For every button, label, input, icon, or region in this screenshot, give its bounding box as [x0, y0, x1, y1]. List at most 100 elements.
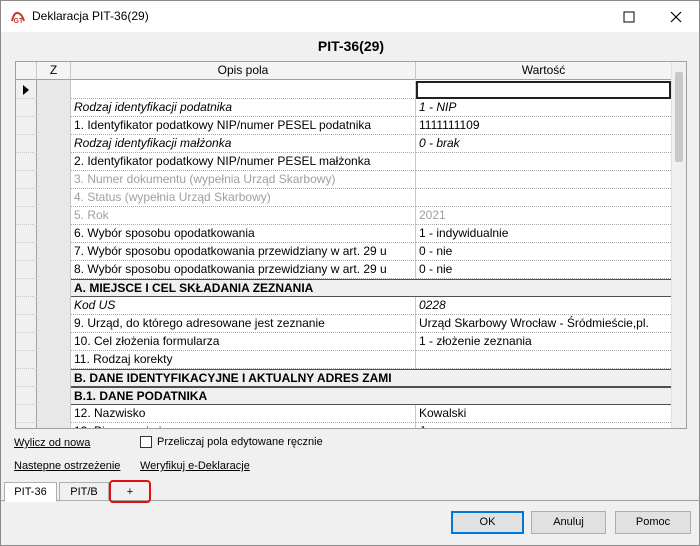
table-row[interactable]: 11. Rodzaj korekty: [16, 351, 671, 369]
row-indicator[interactable]: [16, 117, 37, 135]
field-description: 12. Nazwisko: [71, 405, 416, 423]
table-row[interactable]: 3. Numer dokumentu (wypełnia Urząd Skarb…: [16, 171, 671, 189]
maximize-button[interactable]: [606, 1, 652, 32]
grid-header-value[interactable]: Wartość: [416, 62, 671, 80]
field-value[interactable]: 2021: [416, 207, 671, 225]
field-description: A. MIEJSCE I CEL SKŁADANIA ZEZNANIA: [71, 279, 671, 297]
row-indicator[interactable]: [16, 261, 37, 279]
field-value[interactable]: [416, 171, 671, 189]
recalc-manual-checkbox-wrap[interactable]: Przeliczaj pola edytowane ręcznie: [140, 436, 323, 448]
field-description: Kod US: [71, 297, 416, 315]
help-button[interactable]: Pomoc: [615, 511, 691, 534]
close-button[interactable]: [653, 1, 699, 32]
field-value[interactable]: 1111111109: [416, 117, 671, 135]
row-indicator[interactable]: [16, 279, 37, 297]
recalculate-link[interactable]: Wylicz od nowa: [14, 437, 90, 449]
field-description: 10. Cel złożenia formularza: [71, 333, 416, 351]
tab-pit-b[interactable]: PIT/B: [59, 482, 109, 501]
ok-button[interactable]: OK: [451, 511, 524, 534]
scrollbar-thumb[interactable]: [675, 72, 683, 162]
field-value[interactable]: 0 - nie: [416, 243, 671, 261]
field-value[interactable]: Urząd Skarbowy Wrocław - Śródmieście,pl.: [416, 315, 671, 333]
row-indicator[interactable]: [16, 405, 37, 423]
table-row[interactable]: Kod US 0228: [16, 297, 671, 315]
field-value[interactable]: [416, 189, 671, 207]
row-indicator[interactable]: [16, 387, 37, 405]
grid-header-indicator: [16, 62, 37, 80]
field-description: 6. Wybór sposobu opodatkowania: [71, 225, 416, 243]
field-description: 3. Numer dokumentu (wypełnia Urząd Skarb…: [71, 171, 416, 189]
row-indicator[interactable]: [16, 135, 37, 153]
row-indicator[interactable]: [16, 351, 37, 369]
field-value[interactable]: 0 - nie: [416, 261, 671, 279]
next-warning-link[interactable]: Nastepne ostrzeżenie: [14, 460, 120, 472]
table-row[interactable]: 10. Cel złożenia formularza 1 - złożenie …: [16, 333, 671, 351]
field-description: 13. Pierwsze imię: [71, 423, 416, 428]
row-indicator[interactable]: [16, 333, 37, 351]
row-indicator[interactable]: [16, 153, 37, 171]
row-indicator[interactable]: [16, 315, 37, 333]
section-row[interactable]: B.1. DANE PODATNIKA: [16, 387, 671, 405]
form-title: PIT-36(29): [317, 38, 385, 54]
field-value[interactable]: 0 - brak: [416, 135, 671, 153]
row-indicator[interactable]: [16, 207, 37, 225]
table-row[interactable]: 9. Urząd, do którego adresowane jest zez…: [16, 315, 671, 333]
table-row[interactable]: 7. Wybór sposobu opodatkowania przewidzi…: [16, 243, 671, 261]
row-indicator[interactable]: [16, 189, 37, 207]
field-description: 11. Rodzaj korekty: [71, 351, 416, 369]
row-indicator[interactable]: [16, 225, 37, 243]
tab-pit-36[interactable]: PIT-36: [4, 482, 57, 502]
window-title: Deklaracja PIT-36(29): [32, 9, 149, 23]
table-row[interactable]: Rodzaj identyfikacji małżonka 0 - brak: [16, 135, 671, 153]
field-value[interactable]: 1 - NIP: [416, 99, 671, 117]
table-row[interactable]: 2. Identyfikator podatkowy NIP/numer PES…: [16, 153, 671, 171]
tab-add[interactable]: +: [111, 482, 149, 501]
title-bar[interactable]: GT Deklaracja PIT-36(29): [1, 1, 699, 32]
table-row[interactable]: [16, 81, 671, 99]
row-indicator[interactable]: [16, 423, 37, 428]
row-indicator[interactable]: [16, 171, 37, 189]
table-row[interactable]: 8. Wybór sposobu opodatkowania przewidzi…: [16, 261, 671, 279]
cancel-button[interactable]: Anuluj: [531, 511, 606, 534]
field-description: 9. Urząd, do którego adresowane jest zez…: [71, 315, 416, 333]
field-value[interactable]: 1 - indywidualnie: [416, 225, 671, 243]
declaration-grid[interactable]: Z Opis pola Wartość Rodzaj identyfikacji…: [15, 61, 687, 429]
pit-app-icon: GT: [10, 9, 26, 25]
field-description: 1. Identyfikator podatkowy NIP/numer PES…: [71, 117, 416, 135]
grid-vertical-scrollbar[interactable]: [671, 62, 686, 428]
table-row[interactable]: 13. Pierwsze imięJan: [16, 423, 671, 428]
table-row[interactable]: Rodzaj identyfikacji podatnika 1 - NIP: [16, 99, 671, 117]
section-row[interactable]: A. MIEJSCE I CEL SKŁADANIA ZEZNANIA: [16, 279, 671, 297]
field-value[interactable]: [416, 81, 671, 99]
row-indicator[interactable]: [16, 243, 37, 261]
field-value[interactable]: Kowalski: [416, 405, 671, 423]
row-indicator[interactable]: [16, 369, 37, 387]
field-value[interactable]: [416, 153, 671, 171]
table-row[interactable]: 1. Identyfikator podatkowy NIP/numer PES…: [16, 117, 671, 135]
table-row[interactable]: 4. Status (wypełnia Urząd Skarbowy): [16, 189, 671, 207]
field-description: B.1. DANE PODATNIKA: [71, 387, 671, 405]
field-value[interactable]: Jan: [416, 423, 671, 428]
table-row[interactable]: 12. Nazwisko Kowalski: [16, 405, 671, 423]
section-row[interactable]: B. DANE IDENTYFIKACYJNE I AKTUALNY ADRES…: [16, 369, 671, 387]
field-value[interactable]: 0228: [416, 297, 671, 315]
recalc-manual-checkbox[interactable]: [140, 436, 152, 448]
field-description: B. DANE IDENTYFIKACYJNE I AKTUALNY ADRES…: [71, 369, 671, 387]
field-value[interactable]: [416, 351, 671, 369]
row-indicator[interactable]: [16, 297, 37, 315]
maximize-icon: [623, 11, 635, 22]
verify-edeclaration-link[interactable]: Weryfikuj e-Deklaracje: [140, 460, 250, 472]
field-description: Rodzaj identyfikacji podatnika: [71, 99, 416, 117]
recalc-manual-label: Przeliczaj pola edytowane ręcznie: [157, 436, 323, 448]
grid-header-description[interactable]: Opis pola: [71, 62, 416, 80]
table-row[interactable]: 5. Rok 2021: [16, 207, 671, 225]
close-icon: [670, 11, 682, 22]
dialog-window: GT Deklaracja PIT-36(29) PIT-36(29) Z Op…: [0, 0, 700, 546]
row-indicator[interactable]: [16, 99, 37, 117]
table-row[interactable]: 6. Wybór sposobu opodatkowania 1 - indywi…: [16, 225, 671, 243]
current-row-arrow-icon: [23, 85, 29, 95]
field-value[interactable]: 1 - złożenie zeznania: [416, 333, 671, 351]
row-indicator[interactable]: [16, 81, 37, 99]
field-description: 8. Wybór sposobu opodatkowania przewidzi…: [71, 261, 416, 279]
grid-header-z[interactable]: Z: [37, 62, 71, 80]
